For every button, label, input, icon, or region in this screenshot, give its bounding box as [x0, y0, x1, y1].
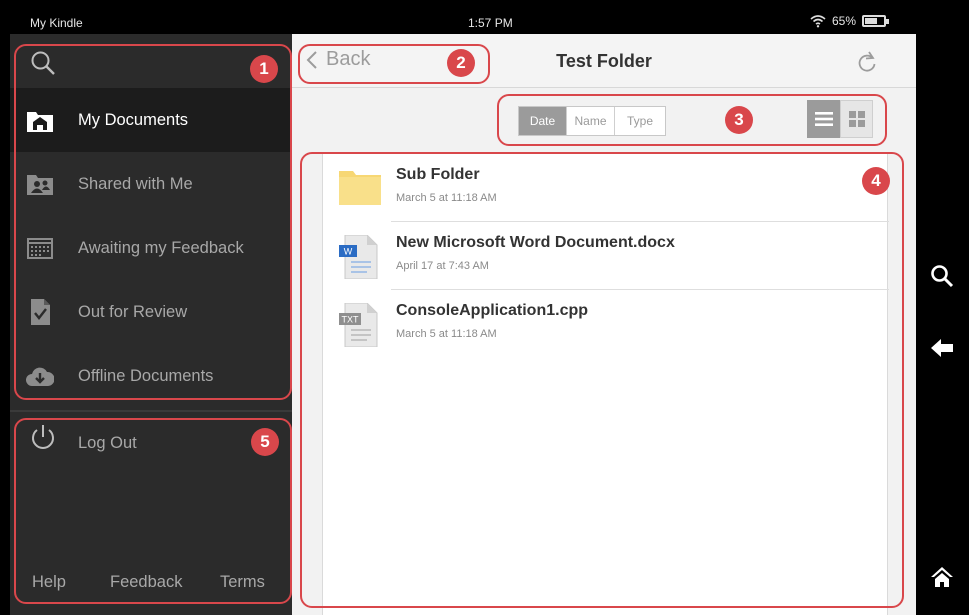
home-icon[interactable]: [930, 566, 954, 588]
refresh-icon[interactable]: [857, 51, 877, 73]
annotation-box-3: [497, 94, 887, 146]
battery-icon: [862, 15, 889, 27]
device-frame: My Kindle 1:57 PM 65% My Documents Share…: [0, 0, 969, 615]
battery-percent: 65%: [831, 14, 856, 28]
battery-fill: [865, 18, 877, 24]
status-bar: My Kindle 1:57 PM 65%: [10, 10, 916, 34]
annotation-badge-1: 1: [250, 55, 278, 83]
annotation-box-1: [14, 44, 292, 400]
status-clock: 1:57 PM: [468, 16, 513, 30]
status-right: 65%: [810, 14, 889, 28]
search-icon[interactable]: [930, 264, 954, 288]
annotation-box-4: [300, 152, 904, 608]
sidebar-divider: [10, 410, 292, 412]
annotation-badge-2: 2: [447, 49, 475, 77]
system-nav-bar: [916, 0, 969, 615]
annotation-badge-5: 5: [251, 428, 279, 456]
annotation-badge-3: 3: [725, 106, 753, 134]
device-name: My Kindle: [30, 16, 83, 30]
back-arrow-icon[interactable]: [930, 338, 954, 358]
wifi-icon: [810, 15, 826, 28]
annotation-badge-4: 4: [862, 167, 890, 195]
annotation-box-5: [14, 418, 292, 604]
